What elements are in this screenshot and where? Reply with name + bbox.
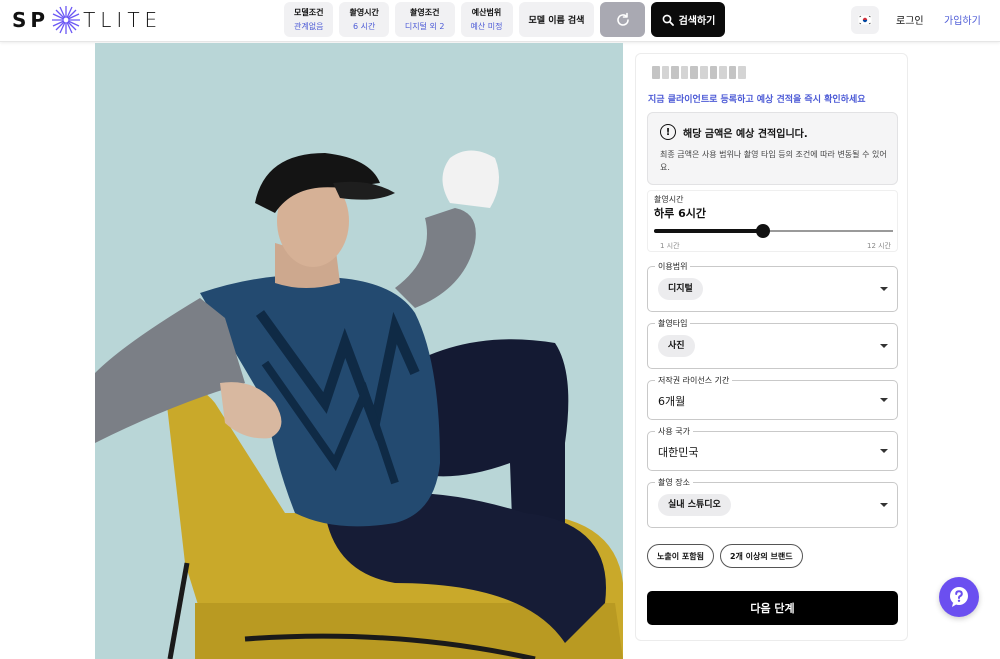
blurred-model-name (652, 66, 746, 79)
search-icon (662, 14, 674, 26)
selected-chip: 디지털 (658, 278, 703, 300)
slider-handle[interactable] (755, 224, 770, 238)
chip-value: 예산 미정 (470, 22, 503, 31)
selected-chip: 실내 스튜디오 (658, 494, 731, 516)
shoot-type-select[interactable]: 촬영타입 사진 (647, 318, 898, 369)
chip-title: 예산범위 (471, 8, 502, 17)
field-label: 촬영 장소 (655, 477, 693, 488)
refresh-icon (617, 12, 629, 26)
language-selector[interactable] (851, 6, 879, 34)
client-register-link[interactable]: 지금 클라이언트로 등록하고 예상 견적을 즉시 확인하세요 (648, 92, 866, 105)
chevron-down-icon (880, 503, 888, 507)
license-period-select[interactable]: 저작권 라이선스 기간 6개월 (647, 375, 898, 420)
field-label: 이용범위 (655, 261, 691, 272)
slider-fill (654, 229, 763, 233)
slider-label: 촬영시간 (654, 195, 684, 204)
alert-circle-icon: ! (660, 124, 676, 140)
question-chat-icon (950, 587, 968, 607)
chip-value: 디지털 외 2 (404, 22, 445, 31)
search-button[interactable]: 검색하기 (651, 2, 726, 37)
estimate-notice-box: ! 해당 금액은 예상 견적입니다. 최종 금액은 사용 범위나 촬영 타입 등… (647, 112, 898, 185)
slider-value: 하루 6시간 (654, 207, 706, 220)
chip-title: 모델조건 (294, 8, 324, 17)
login-link[interactable]: 로그인 (896, 12, 924, 27)
filter-chip-shoot-time[interactable]: 촬영시간 6 시간 (339, 2, 389, 37)
filter-chip-budget[interactable]: 예산범위 예산 미정 (460, 2, 513, 37)
signup-link[interactable]: 가입하기 (944, 12, 981, 27)
spotlite-logo[interactable]: SP TLITE (12, 6, 162, 34)
notice-description: 최종 금액은 사용 범위나 촬영 타입 등의 조건에 따라 변동될 수 있어요. (660, 150, 887, 172)
search-filter-chips: 모델조건 관계없음 촬영시간 6 시간 촬영조건 디지털 외 2 예산범위 예산… (284, 2, 726, 37)
tag-multiple-brands[interactable]: 2개 이상의 브랜드 (719, 544, 803, 568)
slider-track[interactable] (654, 224, 893, 238)
field-label: 저작권 라이선스 기간 (655, 375, 733, 386)
model-profile-photo (95, 43, 623, 659)
filter-chip-model-condition[interactable]: 모델조건 관계없음 (284, 2, 334, 37)
chevron-down-icon (880, 449, 888, 453)
model-name-search-button[interactable]: 모델 이름 검색 (518, 2, 595, 37)
next-step-button[interactable]: 다음 단계 (647, 591, 898, 625)
logo-text-right: TLITE (83, 8, 163, 32)
selected-value: 6개월 (658, 395, 686, 408)
logo-text-left: SP (12, 8, 50, 32)
chip-value: 6 시간 (353, 22, 376, 31)
field-label: 촬영타입 (655, 318, 691, 329)
korea-flag-icon (858, 15, 872, 25)
slider-max-label: 12 시간 (866, 242, 891, 250)
field-label: 사용 국가 (655, 426, 693, 437)
chip-value: 관계없음 (294, 22, 324, 31)
shoot-time-slider-field: 촬영시간 하루 6시간 1 시간 12 시간 (647, 190, 898, 252)
notice-title: 해당 금액은 예상 견적입니다. (683, 128, 808, 140)
option-tags: 노출이 포함됨 2개 이상의 브랜드 (647, 544, 803, 568)
quote-panel: 지금 클라이언트로 등록하고 예상 견적을 즉시 확인하세요 ! 해당 금액은 … (635, 53, 908, 641)
help-chat-button[interactable] (939, 577, 979, 617)
top-navigation-bar: SP TLITE 모델조건 관계없음 촬영시간 6 시간 촬영조건 디지털 외 … (0, 0, 1000, 42)
shoot-location-select[interactable]: 촬영 장소 실내 스튜디오 (647, 477, 898, 528)
chevron-down-icon (880, 398, 888, 402)
chip-title: 모델 이름 검색 (528, 16, 585, 26)
starburst-logo-icon (52, 6, 81, 34)
chip-title: 촬영시간 (349, 8, 379, 17)
slider-min-label: 1 시간 (660, 242, 680, 250)
tag-exposure-included[interactable]: 노출이 포함됨 (647, 544, 714, 568)
country-select[interactable]: 사용 국가 대한민국 (647, 426, 898, 471)
reset-filters-button[interactable] (600, 2, 646, 37)
chip-title: 촬영조건 (409, 8, 440, 17)
usage-scope-select[interactable]: 이용범위 디지털 (647, 261, 898, 312)
selected-chip: 사진 (658, 335, 695, 357)
chevron-down-icon (880, 287, 888, 291)
chevron-down-icon (880, 344, 888, 348)
search-button-label: 검색하기 (678, 16, 716, 27)
filter-chip-shoot-condition[interactable]: 촬영조건 디지털 외 2 (394, 2, 455, 37)
selected-value: 대한민국 (658, 446, 699, 459)
